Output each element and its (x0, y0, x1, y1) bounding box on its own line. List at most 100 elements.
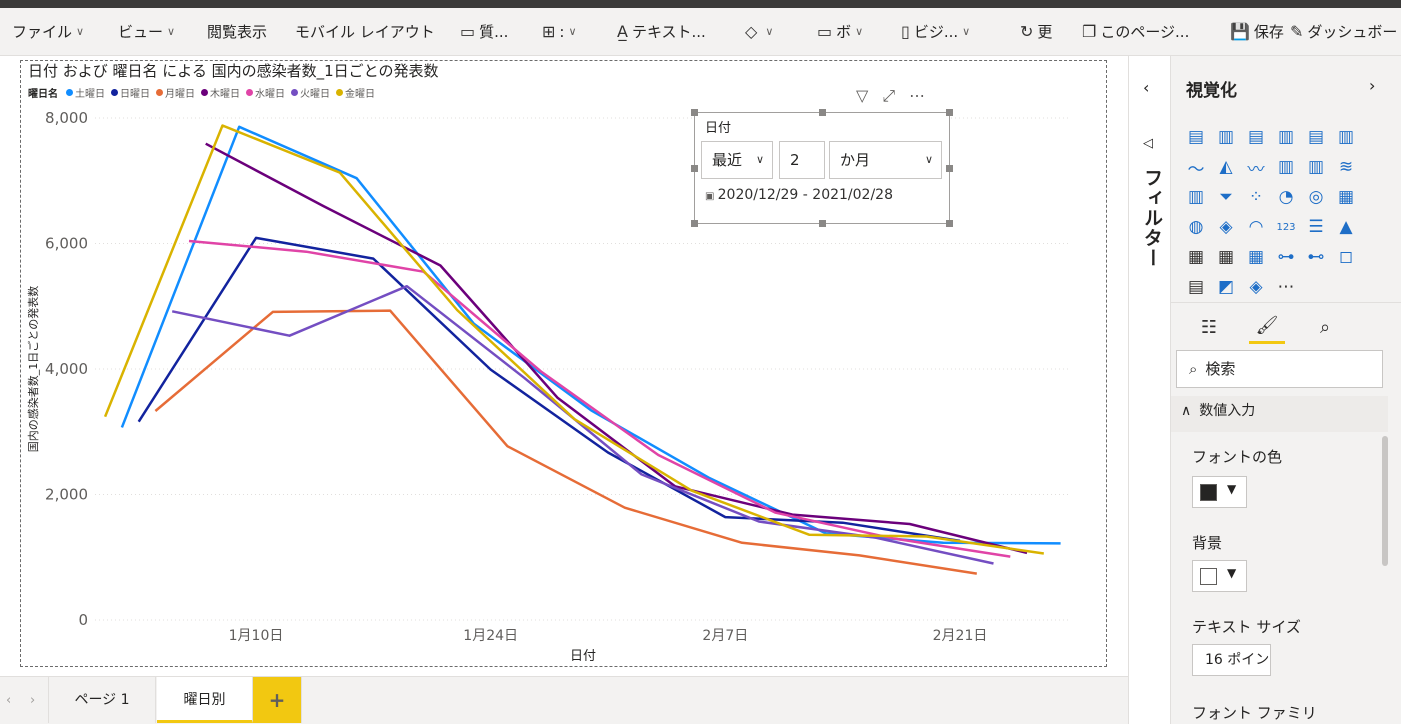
search-placeholder: 検索 (1205, 360, 1236, 378)
font-color-label: フォントの色 (1192, 448, 1283, 466)
visual-type-icon[interactable]: 123 (1271, 212, 1301, 242)
ribbon-item[interactable]: ✎ダッシュボード (1290, 8, 1401, 56)
ribbon-item[interactable]: 💾 保存 (1230, 8, 1284, 56)
y-tick-label: 2,000 (45, 486, 88, 504)
format-tab-icon[interactable]: 🖌 (1249, 310, 1285, 344)
visual-type-icon[interactable]: ◍ (1181, 212, 1211, 242)
tab-by-weekday[interactable]: 曜日別 (157, 677, 253, 723)
viz-pane-title: 視覚化 (1186, 81, 1237, 101)
x-tick-label: 2月21日 (933, 628, 988, 644)
relative-mode-dropdown[interactable]: 最近 ∨ (701, 141, 773, 179)
visual-type-icon[interactable]: ◠ (1241, 212, 1271, 242)
pane-scrollbar[interactable] (1382, 436, 1388, 566)
resize-handle[interactable] (691, 109, 698, 116)
font-family-label: フォント ファミリ (1192, 704, 1317, 722)
ribbon-item-label: 保存 (1253, 23, 1284, 41)
slicer-title: 日付 (705, 121, 732, 136)
date-range-value: 2020/12/29 - 2021/02/28 (717, 187, 893, 203)
period-unit-dropdown[interactable]: か月 ∨ (829, 141, 942, 179)
x-tick-label: 2月7日 (702, 628, 748, 644)
font-color-picker[interactable]: ▼ (1192, 476, 1247, 508)
visual-type-icon[interactable]: ◻ (1331, 242, 1361, 272)
visual-type-icon[interactable]: ▤ (1301, 122, 1331, 152)
visual-type-icon[interactable]: ▥ (1301, 152, 1331, 182)
visual-type-icon[interactable]: ◎ (1301, 182, 1331, 212)
resize-handle[interactable] (946, 109, 953, 116)
visual-type-icon[interactable]: ◩ (1211, 272, 1241, 302)
visual-type-icon[interactable]: ▥ (1181, 182, 1211, 212)
visual-type-icon[interactable]: ⁘ (1241, 182, 1271, 212)
font-color-swatch (1200, 484, 1217, 501)
visual-type-icon[interactable]: ▥ (1331, 122, 1361, 152)
resize-handle[interactable] (819, 220, 826, 227)
visual-type-icon[interactable]: 〰 (1241, 152, 1271, 182)
resize-handle[interactable] (946, 165, 953, 172)
visual-type-icon[interactable]: 〜 (1181, 152, 1211, 182)
add-page-button[interactable]: + (253, 677, 302, 723)
visual-type-icon[interactable]: ◈ (1241, 272, 1271, 302)
y-tick-label: 8,000 (45, 109, 88, 127)
visual-type-icon[interactable]: ▦ (1331, 182, 1361, 212)
filter-pane-label[interactable]: フィルター (1139, 168, 1166, 268)
visual-type-icon[interactable]: ▲ (1331, 212, 1361, 242)
visual-type-icon[interactable]: ▤ (1241, 122, 1271, 152)
resize-handle[interactable] (819, 109, 826, 116)
page-tabs: ‹ › ページ 1 曜日別 + (0, 676, 1170, 724)
visual-type-icon[interactable]: ⊷ (1301, 242, 1331, 272)
y-tick-label: 4,000 (45, 360, 88, 378)
date-range-text: ▣ 2020/12/29 - 2021/02/28 (705, 187, 893, 203)
x-axis-title: 日付 (570, 649, 596, 664)
x-tick-label: 1月10日 (229, 628, 284, 644)
analytics-tab-icon[interactable]: ⌕ (1307, 310, 1343, 344)
text-size-label: テキスト サイズ (1192, 618, 1301, 636)
series-line (188, 239, 1011, 558)
visual-type-gallery: ▤ ▥ ▤ ▥ ▤ ▥ 〜 ◭ 〰 ▥ ▥ ≋ ▥ ⏷ ⁘ ◔ ◎ ▦ ◍ ◈ ◠ 123 ☰ ▲ ▦ ▦ ▦ ⊶ ⊷ ◻ ▤ ◩ ◈ ⋯ (1181, 122, 1361, 302)
resize-handle[interactable] (691, 165, 698, 172)
visual-type-icon[interactable]: ◭ (1211, 152, 1241, 182)
calendar-icon: ▣ (705, 191, 718, 202)
line-chart-plot: 0 2,000 4,000 6,000 8,000 1月10日 1月24日 2月7日 2月21日… (26, 109, 1070, 664)
visual-type-icon[interactable]: ⊶ (1271, 242, 1301, 272)
period-count-value: 2 (790, 151, 800, 169)
date-slicer[interactable]: 日付 最近 ∨ 2 か月 ∨ ▣ 2020/12/29 - 2021/02/28 (691, 109, 953, 227)
visual-type-icon[interactable]: ▦ (1211, 242, 1241, 272)
resize-handle[interactable] (946, 220, 953, 227)
visual-type-icon[interactable]: ▥ (1211, 122, 1241, 152)
format-search-input[interactable]: ⌕ 検索 (1176, 350, 1383, 388)
y-axis-title: 国内の感染者数_1日ごとの発表数 (26, 286, 40, 452)
tab-next-arrow[interactable]: › (30, 677, 35, 725)
visual-type-icon[interactable]: ▥ (1271, 122, 1301, 152)
tab-prev-arrow[interactable]: ‹ (6, 677, 11, 725)
visual-type-icon[interactable]: ▦ (1181, 242, 1211, 272)
relative-mode-value: 最近 (712, 151, 743, 169)
visual-type-icon[interactable]: ≋ (1331, 152, 1361, 182)
visual-type-icon[interactable]: ⏷ (1211, 182, 1241, 212)
chevron-up-icon: ∧ (1181, 403, 1192, 419)
text-size-input[interactable]: 16 ポイント (1192, 644, 1271, 676)
tab-page-1[interactable]: ページ 1 (48, 677, 156, 723)
visual-type-icon[interactable]: ◈ (1211, 212, 1241, 242)
visual-type-icon[interactable]: ◔ (1271, 182, 1301, 212)
visual-type-icon[interactable]: ▦ (1241, 242, 1271, 272)
visual-type-icon[interactable]: ▤ (1181, 122, 1211, 152)
collapse-filter-icon[interactable]: ‹ (1143, 78, 1149, 97)
visual-type-icon[interactable]: ☰ (1301, 212, 1331, 242)
resize-handle[interactable] (691, 220, 698, 227)
search-icon: ⌕ (1189, 360, 1198, 378)
ribbon-icon: ✎ (1290, 22, 1304, 41)
dropdown-arrow-icon: ▼ (1227, 482, 1237, 496)
pane-subtabs: ☷ 🖌 ⌕ (1191, 310, 1343, 344)
expand-viz-icon[interactable]: › (1369, 76, 1375, 95)
visual-type-icon[interactable]: ⋯ (1271, 272, 1301, 302)
fields-tab-icon[interactable]: ☷ (1191, 310, 1227, 344)
period-count-input[interactable]: 2 (779, 141, 825, 179)
chevron-down-icon: ∨ (755, 153, 764, 166)
background-color-picker[interactable]: ▼ (1192, 560, 1247, 592)
ribbon-item-label: ダッシュボード (1307, 23, 1401, 41)
visual-type-icon[interactable]: ▥ (1271, 152, 1301, 182)
chevron-down-icon: ∨ (924, 153, 933, 166)
numeric-input-section[interactable]: ∧ 数値入力 (1171, 396, 1388, 432)
visualizations-pane: 視覚化 › ▤ ▥ ▤ ▥ ▤ ▥ 〜 ◭ 〰 ▥ ▥ ≋ ▥ ⏷ ⁘ ◔ ◎ ▦ ◍ ◈ ◠ 123 ☰ ▲ ▦ ▦ ▦ ⊶ ⊷ ◻ ▤ ◩… (1170, 56, 1401, 724)
visual-type-icon[interactable]: ▤ (1181, 272, 1211, 302)
divider (1171, 302, 1401, 303)
